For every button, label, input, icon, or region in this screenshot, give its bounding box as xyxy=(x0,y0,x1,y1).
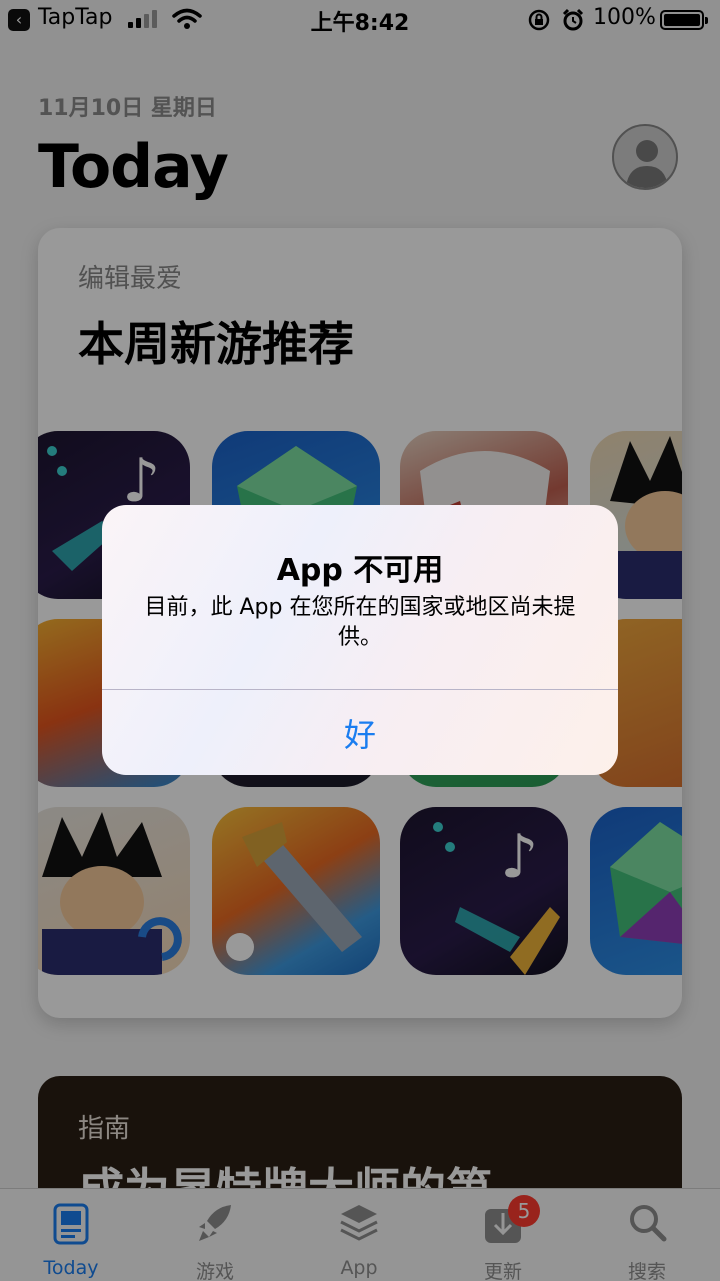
alert-dialog: App 不可用 目前，此 App 在您所在的国家或地区尚未提供。 好 xyxy=(102,505,618,775)
alert-message: 目前，此 App 在您所在的国家或地区尚未提供。 xyxy=(144,595,576,650)
alert-title: App 不可用 xyxy=(276,553,444,588)
alert-ok-button[interactable]: 好 xyxy=(102,690,618,775)
app-store-screen: ‹ TapTap 上午8:42 100% 11月10日 星期日 Today 编辑… xyxy=(0,0,720,1281)
